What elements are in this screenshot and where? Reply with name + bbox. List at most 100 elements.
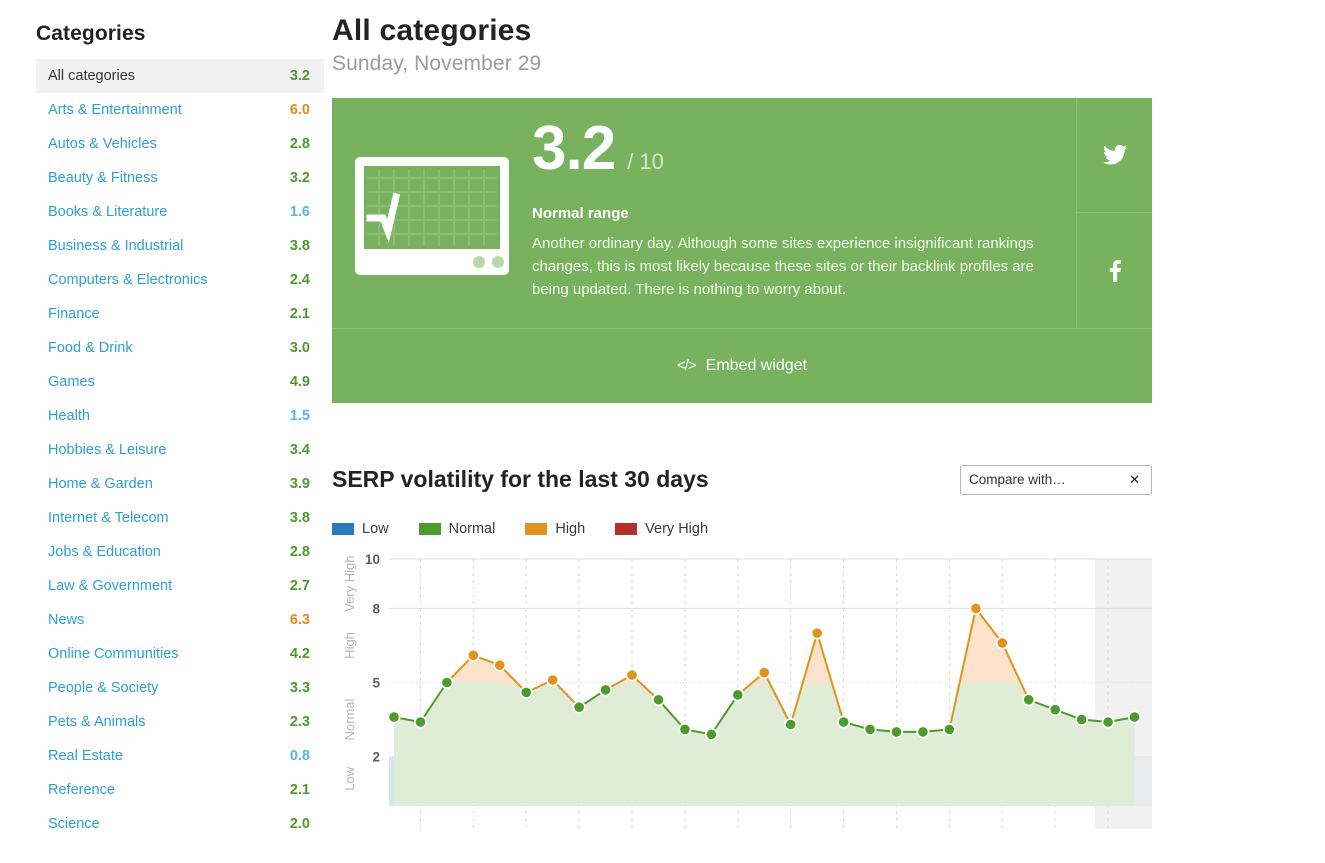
- category-label: People & Society: [48, 680, 159, 696]
- category-score: 2.3: [289, 714, 310, 730]
- data-point[interactable]: [733, 689, 743, 700]
- data-point[interactable]: [891, 726, 902, 737]
- category-item[interactable]: Finance 2.1: [36, 297, 324, 331]
- category-item[interactable]: Arts & Entertainment 6.0: [36, 93, 324, 127]
- category-label: Online Communities: [48, 646, 179, 662]
- data-point[interactable]: [1023, 694, 1034, 705]
- legend-item[interactable]: Normal: [418, 521, 495, 537]
- data-point[interactable]: [442, 677, 452, 688]
- legend-item[interactable]: High: [525, 521, 585, 537]
- legend-item[interactable]: Very High: [615, 521, 708, 537]
- category-item[interactable]: Beauty & Fitness 3.2: [36, 161, 324, 195]
- category-item[interactable]: Books & Literature 1.6: [36, 195, 324, 229]
- category-label: Books & Literature: [48, 204, 168, 220]
- category-item[interactable]: Health 1.5: [36, 399, 324, 433]
- data-point[interactable]: [1129, 711, 1140, 722]
- category-label: Autos & Vehicles: [48, 136, 157, 152]
- compare-with-select[interactable]: Compare with…: [960, 464, 1152, 495]
- category-item[interactable]: Home & Garden 3.9: [36, 467, 324, 501]
- category-score: 3.4: [289, 442, 310, 458]
- category-score: 3.2: [289, 68, 310, 84]
- category-label: Food & Drink: [48, 340, 133, 356]
- category-label: Jobs & Education: [48, 544, 161, 560]
- category-item[interactable]: Business & Industrial 3.8: [36, 229, 324, 263]
- y-axis-tick-label: 5: [372, 675, 380, 690]
- category-label: Real Estate: [48, 748, 123, 764]
- band-label: Normal: [342, 698, 357, 740]
- category-item[interactable]: Computers & Electronics 2.4: [36, 263, 324, 297]
- legend-label: Very High: [645, 520, 709, 537]
- category-label: Pets & Animals: [48, 714, 146, 730]
- data-point[interactable]: [997, 637, 1008, 648]
- data-point[interactable]: [521, 687, 532, 697]
- score-range-label: Normal range: [532, 204, 629, 222]
- data-point[interactable]: [627, 669, 637, 680]
- data-point[interactable]: [1050, 704, 1060, 715]
- data-point[interactable]: [918, 726, 928, 737]
- data-point[interactable]: [838, 716, 849, 727]
- data-point[interactable]: [600, 684, 611, 695]
- category-item[interactable]: Law & Government 2.7: [36, 569, 324, 603]
- data-point[interactable]: [653, 694, 664, 705]
- share-facebook[interactable]: [1077, 212, 1152, 327]
- data-point[interactable]: [759, 667, 770, 678]
- band-label: Very High: [342, 555, 357, 611]
- data-point[interactable]: [468, 650, 479, 660]
- embed-widget-label: Embed widget: [705, 356, 808, 374]
- score-description: Another ordinary day. Although some site…: [532, 234, 1034, 298]
- chart-title: SERP volatility for the last 30 days: [332, 466, 709, 493]
- data-point[interactable]: [389, 711, 399, 722]
- category-item[interactable]: Hobbies & Leisure 3.4: [36, 433, 324, 467]
- category-item[interactable]: All categories 3.2: [36, 59, 324, 93]
- category-score: 3.3: [289, 680, 310, 696]
- category-item[interactable]: Autos & Vehicles 2.8: [36, 127, 324, 161]
- category-item[interactable]: Pets & Animals 2.3: [36, 705, 324, 739]
- sidebar-title: Categories: [36, 22, 146, 45]
- twitter-icon: [1102, 145, 1127, 165]
- category-item[interactable]: People & Society 3.3: [36, 671, 324, 705]
- category-item[interactable]: Internet & Telecom 3.8: [36, 501, 324, 535]
- category-label: Beauty & Fitness: [48, 170, 158, 186]
- data-point[interactable]: [415, 716, 426, 727]
- category-item[interactable]: Real Estate 0.8: [36, 739, 324, 773]
- data-point[interactable]: [574, 702, 584, 712]
- data-point[interactable]: [944, 724, 955, 734]
- category-list: All categories 3.2 Arts & Entertainment 6.0…: [36, 59, 324, 841]
- page-title: All categories: [332, 14, 532, 47]
- share-twitter[interactable]: [1077, 98, 1152, 212]
- category-label: News: [48, 612, 85, 628]
- data-point[interactable]: [547, 674, 558, 685]
- data-point[interactable]: [812, 628, 822, 638]
- embed-widget-button[interactable]: </> Embed widget: [332, 327, 1152, 403]
- legend-marker-icon: [615, 522, 638, 535]
- category-score: 3.2: [289, 170, 310, 186]
- category-item[interactable]: Science 2.0: [36, 807, 324, 841]
- main-content: All categories Sunday, November 29 3.2 /…: [324, 0, 1325, 863]
- volatility-chart: 10 8 5 2 Very High High Normal Low: [332, 551, 1157, 829]
- data-point[interactable]: [680, 724, 690, 734]
- category-item[interactable]: Reference 2.1: [36, 773, 324, 807]
- legend-item[interactable]: Low: [332, 521, 389, 537]
- chart-legend: Low Normal High Very High: [332, 521, 1280, 537]
- y-axis-tick-label: 2: [372, 749, 380, 764]
- category-item[interactable]: Food & Drink 3.0: [36, 331, 324, 365]
- chart-header: SERP volatility for the last 30 days Com…: [332, 464, 1152, 495]
- data-point[interactable]: [785, 719, 796, 729]
- category-score: 6.0: [289, 102, 310, 118]
- data-point[interactable]: [494, 660, 505, 670]
- y-axis-tick-label: 10: [365, 552, 380, 567]
- legend-marker-icon: [332, 522, 354, 535]
- category-item[interactable]: Games 4.9: [36, 365, 324, 399]
- data-point[interactable]: [1103, 716, 1113, 727]
- data-point[interactable]: [1076, 714, 1087, 725]
- category-label: Reference: [48, 782, 115, 798]
- category-score: 2.8: [289, 136, 310, 152]
- data-point[interactable]: [706, 729, 717, 739]
- category-item[interactable]: Online Communities 4.2: [36, 637, 324, 671]
- category-score: 4.2: [289, 646, 310, 662]
- category-score: 2.8: [289, 544, 310, 560]
- category-item[interactable]: News 6.3: [36, 603, 324, 637]
- data-point[interactable]: [971, 603, 981, 613]
- category-item[interactable]: Jobs & Education 2.8: [36, 535, 324, 569]
- data-point[interactable]: [865, 724, 875, 734]
